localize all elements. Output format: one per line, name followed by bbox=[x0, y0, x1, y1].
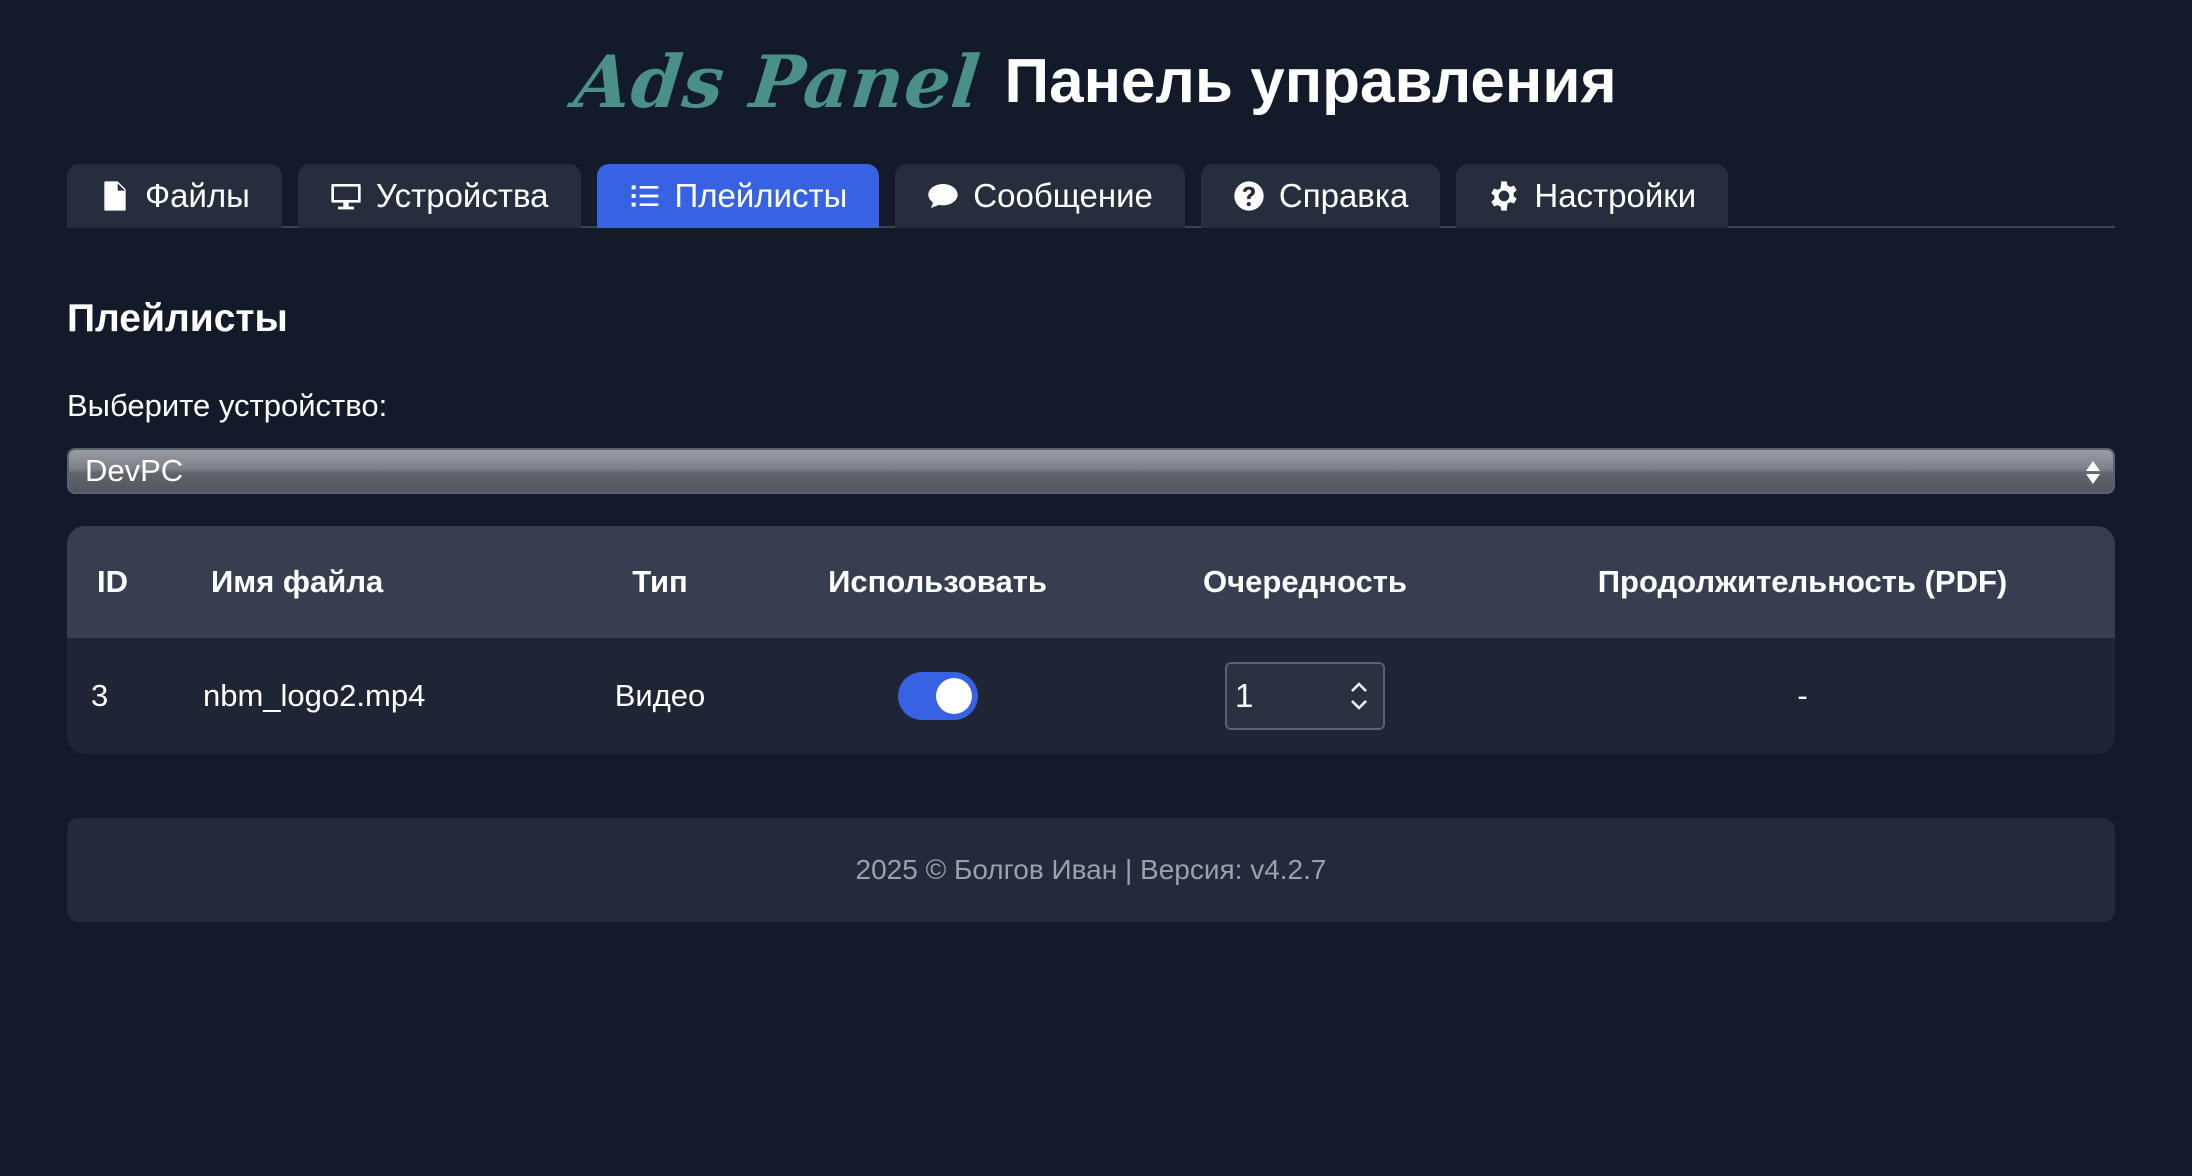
device-select[interactable]: DevPC bbox=[67, 448, 2115, 494]
row-type: Видео bbox=[614, 678, 706, 713]
row-order-cell: 1 bbox=[1120, 638, 1490, 754]
use-toggle[interactable] bbox=[897, 672, 978, 720]
chat-bubble-icon bbox=[928, 184, 958, 208]
tab-message-label: Сообщение bbox=[973, 177, 1153, 214]
logo: Ads Panel bbox=[570, 38, 986, 124]
monitor-icon bbox=[331, 184, 361, 210]
question-circle-icon bbox=[1234, 181, 1264, 211]
tab-message[interactable]: Сообщение bbox=[895, 164, 1185, 228]
page: Ads Panel Панель управления Файлы Устрой… bbox=[0, 0, 2192, 1176]
device-select-label: Выберите устройство: bbox=[67, 388, 388, 423]
spin-buttons[interactable] bbox=[1349, 680, 1369, 712]
file-icon bbox=[104, 181, 126, 211]
device-select-value: DevPC bbox=[85, 453, 184, 488]
row-duration: - bbox=[1797, 678, 1808, 713]
tab-help[interactable]: Справка bbox=[1200, 164, 1441, 228]
col-duration: Продолжительность (PDF) bbox=[1597, 564, 2008, 599]
col-use: Использовать bbox=[828, 564, 1047, 599]
tab-bar: Файлы Устройства Плейлисты Сообщение Спр… bbox=[67, 164, 2115, 228]
tab-playlists-label: Плейлисты bbox=[674, 177, 848, 214]
chevron-up-icon[interactable] bbox=[1349, 680, 1369, 694]
tab-settings[interactable]: Настройки bbox=[1456, 164, 1729, 228]
table-header-row: ID Имя файла Тип Использовать Очередност… bbox=[67, 526, 2115, 638]
footer-text: 2025 © Болгов Иван | Версия: v4.2.7 bbox=[855, 854, 1327, 885]
order-stepper[interactable]: 1 bbox=[1225, 662, 1385, 730]
list-icon bbox=[631, 185, 658, 207]
row-filename: nbm_logo2.mp4 bbox=[203, 678, 426, 713]
playlist-table: ID Имя файла Тип Использовать Очередност… bbox=[67, 526, 2115, 754]
order-value: 1 bbox=[1235, 677, 1254, 714]
header: Ads Panel Панель управления bbox=[0, 36, 2192, 126]
row-use-cell bbox=[755, 638, 1120, 754]
row-id: 3 bbox=[91, 678, 109, 713]
col-order: Очередность bbox=[1203, 564, 1407, 599]
tab-playlists[interactable]: Плейлисты bbox=[596, 164, 880, 228]
col-type: Тип bbox=[632, 564, 688, 599]
table-row: 3 nbm_logo2.mp4 Видео 1 - bbox=[67, 638, 2115, 754]
tab-files-label: Файлы bbox=[145, 177, 250, 214]
gear-icon bbox=[1491, 181, 1518, 211]
chevron-down-icon[interactable] bbox=[1349, 698, 1369, 712]
tab-settings-label: Настройки bbox=[1534, 177, 1697, 214]
select-arrows-icon bbox=[2083, 455, 2103, 489]
footer: 2025 © Болгов Иван | Версия: v4.2.7 bbox=[67, 818, 2115, 922]
toggle-knob bbox=[935, 678, 972, 714]
section-title: Плейлисты bbox=[67, 297, 288, 340]
page-title: Панель управления bbox=[1004, 46, 1617, 116]
tab-devices[interactable]: Устройства bbox=[297, 164, 581, 228]
col-id: ID bbox=[97, 564, 128, 599]
tab-devices-label: Устройства bbox=[375, 177, 549, 214]
tab-help-label: Справка bbox=[1278, 177, 1409, 214]
col-filename: Имя файла bbox=[211, 564, 384, 599]
tab-files[interactable]: Файлы bbox=[67, 164, 282, 228]
